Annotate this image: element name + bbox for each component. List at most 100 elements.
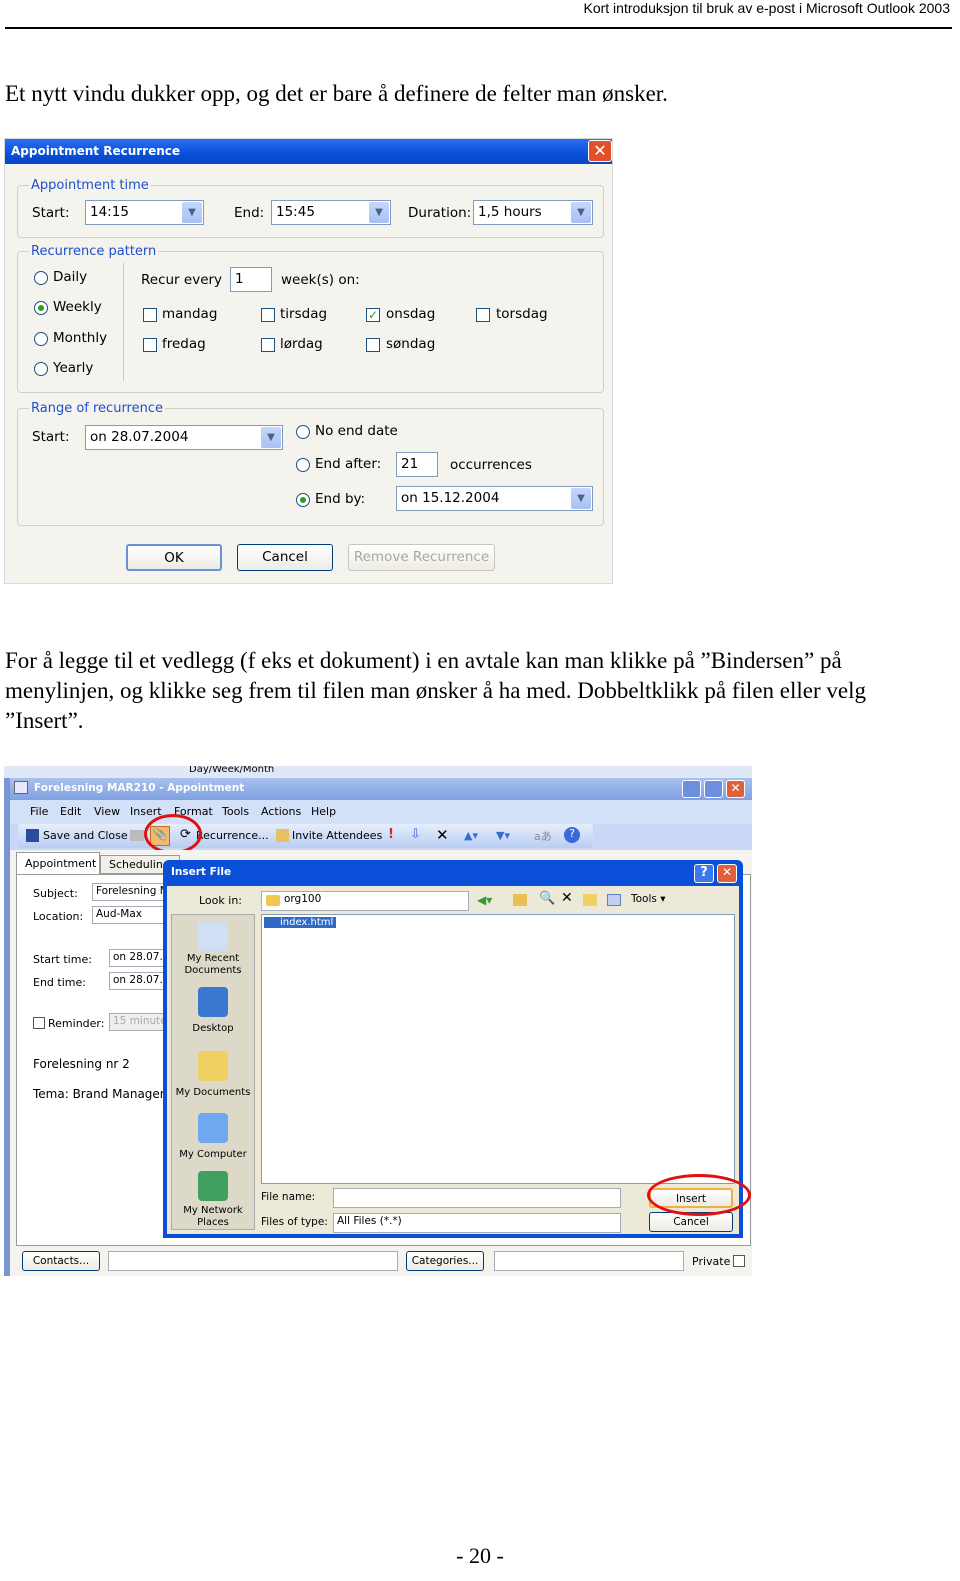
notes-text[interactable]: Forelesning nr 2 (33, 1057, 130, 1071)
cancel-button[interactable]: Cancel (237, 544, 333, 571)
radio-no-end-date[interactable] (296, 425, 310, 439)
header-rule (5, 27, 952, 29)
subject-input[interactable]: Forelesning MA (92, 883, 176, 901)
menu-view[interactable]: View (94, 805, 120, 818)
notes-text[interactable]: Tema: Brand Managem (33, 1087, 172, 1101)
radio-label: Monthly (53, 330, 108, 346)
recurrence-button[interactable]: Recurrence... (196, 829, 269, 842)
occurrences-input[interactable]: 21 (396, 452, 438, 477)
checkbox-label: fredag (162, 336, 206, 352)
contacts-input[interactable] (108, 1251, 398, 1271)
place-my-recent-documents[interactable]: My Recent Documents (173, 953, 253, 977)
range-start-combo[interactable]: on 28.07.2004 ▼ (85, 425, 283, 450)
contacts-button[interactable]: Contacts... (22, 1251, 100, 1271)
translate-icon[interactable]: aあ (534, 828, 552, 844)
checkbox-mandag[interactable] (143, 308, 157, 322)
menu-help[interactable]: Help (311, 805, 336, 818)
end-time-input[interactable]: on 28.07.2 (109, 972, 170, 990)
checkbox-tirsdag[interactable] (261, 308, 275, 322)
places-bar: My Recent Documents Desktop My Documents… (171, 914, 255, 1230)
reminder-select[interactable]: 15 minutes (109, 1013, 172, 1031)
chevron-down-icon[interactable]: ▼ (369, 202, 389, 223)
outlook-screenshot: Day/Week/Month Forelesning MAR210 - Appo… (4, 766, 752, 1276)
ok-button[interactable]: OK (126, 544, 222, 571)
minimize-button[interactable] (682, 780, 701, 798)
my-network-places-icon (198, 1171, 228, 1201)
menu-actions[interactable]: Actions (261, 805, 301, 818)
checkbox-torsdag[interactable] (476, 308, 490, 322)
close-button[interactable]: ✕ (588, 140, 612, 162)
categories-input[interactable] (494, 1251, 684, 1271)
tab-appointment[interactable]: Appointment (16, 852, 100, 874)
back-icon[interactable]: ◀▾ (477, 893, 492, 907)
chevron-down-icon[interactable]: ▼ (571, 202, 591, 223)
search-web-icon[interactable]: 🔍 (539, 891, 555, 906)
file-type-label: Files of type: (261, 1216, 328, 1228)
save-and-close-button[interactable]: Save and Close (43, 829, 128, 842)
place-my-documents[interactable]: My Documents (173, 1087, 253, 1099)
chevron-down-icon[interactable]: ▼ (182, 202, 202, 223)
start-time-input[interactable]: on 28.07.2 (109, 949, 170, 967)
menu-tools[interactable]: Tools (222, 805, 249, 818)
views-icon[interactable] (607, 894, 621, 906)
help-button[interactable]: ? (694, 864, 714, 883)
end-time-combo[interactable]: 15:45 ▼ (271, 200, 391, 225)
end-by-combo[interactable]: on 15.12.2004 ▼ (396, 486, 593, 511)
start-time-combo[interactable]: 14:15 ▼ (85, 200, 204, 225)
tools-menu[interactable]: Tools ▾ (631, 893, 665, 905)
file-name-input[interactable] (333, 1188, 621, 1208)
file-type-select[interactable]: All Files (*.*) (333, 1213, 621, 1233)
folder-icon (266, 895, 280, 906)
radio-end-after[interactable] (296, 458, 310, 472)
end-label: End: (234, 205, 265, 221)
radio-monthly[interactable] (34, 332, 48, 346)
categories-button[interactable]: Categories... (406, 1251, 484, 1271)
radio-end-by[interactable] (296, 493, 310, 507)
up-folder-icon[interactable] (513, 894, 527, 906)
delete-icon[interactable]: ✕ (436, 826, 449, 844)
place-my-computer[interactable]: My Computer (173, 1149, 253, 1161)
chevron-down-icon[interactable]: ▼ (571, 488, 591, 509)
remove-recurrence-button[interactable]: Remove Recurrence (348, 544, 495, 571)
location-input[interactable]: Aud-Max (92, 906, 172, 924)
paragraph: Et nytt vindu dukker opp, og det er bare… (5, 81, 668, 106)
high-importance-icon[interactable]: ! (388, 827, 394, 842)
duration-combo[interactable]: 1,5 hours ▼ (473, 200, 593, 225)
file-item[interactable]: index.html (264, 917, 337, 928)
checkbox-fredag[interactable] (143, 338, 157, 352)
menu-file[interactable]: File (30, 805, 48, 818)
help-icon[interactable]: ? (564, 827, 580, 843)
invite-attendees-icon (276, 829, 289, 842)
recur-every-input[interactable]: 1 (230, 267, 272, 292)
recent-documents-icon (198, 921, 228, 951)
previous-item-icon[interactable]: ▲▾ (464, 829, 478, 842)
recur-every-label: Recur every (141, 272, 223, 288)
look-in-select[interactable]: org100 (261, 891, 469, 911)
low-importance-icon[interactable]: ⇩ (410, 827, 421, 842)
radio-label: Daily (53, 269, 88, 285)
delete-icon[interactable]: ✕ (561, 890, 573, 906)
print-icon[interactable] (130, 830, 144, 841)
checkbox-sondag[interactable] (366, 338, 380, 352)
close-button[interactable]: ✕ (726, 780, 745, 798)
duration-label: Duration: (408, 205, 472, 221)
menu-edit[interactable]: Edit (60, 805, 81, 818)
checkbox-onsdag[interactable]: ✓ (366, 308, 380, 322)
maximize-button[interactable] (704, 780, 723, 798)
value: on 28.07.2004 (90, 429, 189, 445)
place-my-network-places[interactable]: My Network Places (173, 1205, 253, 1229)
checkbox-lordag[interactable] (261, 338, 275, 352)
new-folder-icon[interactable] (583, 894, 597, 906)
close-button[interactable]: ✕ (717, 864, 737, 883)
chevron-down-icon[interactable]: ▼ (261, 427, 281, 448)
dialog-body: Look in: org100 ◀▾ 🔍 ✕ Tools ▾ My Recent… (167, 886, 739, 1234)
radio-yearly[interactable] (34, 362, 48, 376)
reminder-checkbox[interactable] (33, 1017, 45, 1029)
next-item-icon[interactable]: ▼▾ (496, 829, 510, 842)
private-checkbox[interactable] (733, 1255, 745, 1267)
place-desktop[interactable]: Desktop (173, 1023, 253, 1035)
radio-daily[interactable] (34, 271, 48, 285)
radio-weekly[interactable] (34, 301, 48, 315)
invite-attendees-button[interactable]: Invite Attendees (292, 829, 382, 842)
toolbar: Save and Close 📎 ⟳ Recurrence... Invite … (18, 824, 593, 848)
